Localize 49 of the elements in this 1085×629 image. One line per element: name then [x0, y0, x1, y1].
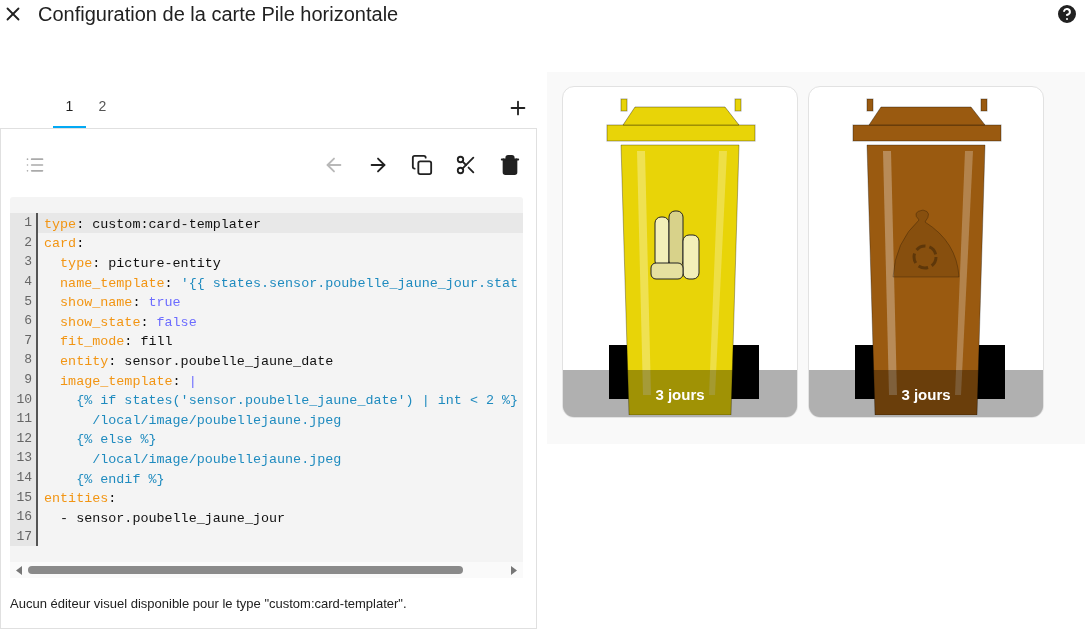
line-number: 9	[10, 369, 38, 390]
code-line: {% else %}	[75, 431, 157, 448]
line-number: 15	[10, 487, 38, 507]
code-line: card:	[43, 235, 85, 252]
code-line: type: custom:card-templater	[43, 215, 261, 232]
code-line: {% if states('sensor.poubelle_jaune_date') | int < 2 %}	[75, 392, 519, 409]
card-tab[interactable]: 1	[53, 88, 86, 128]
line-number: 4	[10, 271, 38, 292]
scrollbar-thumb[interactable]	[28, 566, 463, 575]
recycle-bag-icon	[892, 209, 960, 278]
horizontal-scrollbar[interactable]	[10, 562, 523, 579]
code-line: /local/image/poubellejaune.jpeg	[91, 411, 342, 428]
code-line: entity: sensor.poubelle_jaune_date	[59, 352, 334, 369]
line-number: 12	[10, 428, 38, 449]
code-line: type: picture-entity	[59, 255, 221, 271]
line-number: 13	[10, 448, 38, 468]
line-number: 16	[10, 506, 38, 527]
code-line: show_name: true	[59, 294, 181, 311]
line-number: 6	[10, 310, 38, 331]
line-number: 14	[10, 467, 38, 488]
code-line: name_template: '{{ states.sensor.poubelle_jaune_jour.stat	[59, 274, 519, 291]
line-number: 3	[10, 252, 38, 272]
line-number: 11	[10, 408, 38, 429]
card-tab[interactable]: 2	[86, 88, 119, 128]
line-number: 17	[10, 526, 38, 547]
line-number: 8	[10, 350, 38, 370]
code-line: - sensor.poubelle_jaune_jour	[59, 509, 286, 526]
card-label: 3 jours	[654, 386, 706, 403]
line-number: 10	[10, 389, 38, 409]
code-line: entities:	[43, 490, 117, 507]
code-line: {% endif %}	[75, 470, 165, 487]
line-number: 5	[10, 291, 38, 311]
line-number: 2	[10, 232, 38, 253]
help-button[interactable]	[1055, 2, 1079, 26]
notice-text: Aucun éditeur visuel disponible pour le type "custom:card-templater".	[10, 596, 408, 612]
code-line: fit_mode: fill	[59, 333, 173, 350]
code-line: /local/image/poubellejaune.jpeg	[91, 450, 342, 467]
code-editor[interactable]	[10, 197, 523, 579]
code-line: show_state: false	[59, 313, 197, 330]
dialog-title: Configuration de la carte Pile horizontale	[38, 2, 400, 26]
card-label: 3 jours	[900, 386, 952, 403]
cut-button[interactable]	[455, 154, 477, 176]
code-line: image_template: |	[59, 372, 197, 389]
picture-card[interactable]: 3 jours	[808, 86, 1044, 418]
scroll-left-icon[interactable]	[16, 565, 22, 575]
line-number: 7	[10, 330, 38, 351]
scroll-right-icon[interactable]	[511, 565, 517, 575]
delete-button[interactable]	[499, 154, 521, 176]
copy-button[interactable]	[411, 154, 433, 176]
